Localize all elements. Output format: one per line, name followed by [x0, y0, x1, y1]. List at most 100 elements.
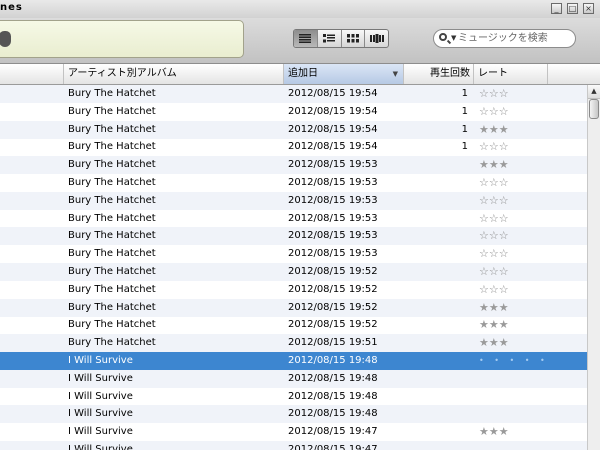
album-cell: I Will Survive	[68, 408, 133, 420]
cover-flow-view-button[interactable]	[365, 30, 388, 47]
grid-view-button[interactable]	[342, 30, 366, 47]
header-plays-label: 再生回数	[430, 68, 470, 79]
album-cell: Bury The Hatchet	[68, 337, 156, 349]
search-input[interactable]	[458, 31, 570, 46]
table-row[interactable]: Bury The Hatchet 2012/08/15 19:52 ★★★	[0, 298, 587, 317]
album-list-view-button[interactable]	[318, 30, 342, 47]
album-cell: Bury The Hatchet	[68, 141, 156, 153]
sort-descending-icon: ▼	[392, 70, 398, 78]
rating-cell[interactable]: ☆☆☆	[479, 227, 539, 245]
table-row[interactable]: Bury The Hatchet 2012/08/15 19:53 ☆☆☆	[0, 210, 587, 228]
cover-flow-icon	[369, 34, 384, 43]
title-bar: nes _ □ ×	[0, 0, 600, 18]
table-row[interactable]: I Will Survive 2012/08/15 19:48	[0, 405, 587, 424]
album-cell: I Will Survive	[68, 426, 133, 438]
date-added-cell: 2012/08/15 19:48	[288, 390, 378, 402]
header-date-added[interactable]: 追加日 ▼	[284, 64, 404, 84]
scroll-thumb[interactable]	[589, 99, 599, 119]
rating-cell[interactable]: ★★★	[479, 299, 539, 317]
search-box[interactable]: ▼	[433, 29, 576, 48]
date-added-cell: 2012/08/15 19:53	[288, 177, 378, 188]
table-row[interactable]: I Will Survive 2012/08/15 19:48	[0, 369, 587, 388]
table-row[interactable]: Bury The Hatchet 2012/08/15 19:52 ☆☆☆	[0, 263, 587, 281]
header-album[interactable]: アーティスト別アルバム	[64, 64, 284, 84]
list-view-icon	[299, 34, 312, 43]
date-added-cell: 2012/08/15 19:48	[288, 408, 378, 420]
scroll-up-icon[interactable]: ▲	[588, 85, 600, 99]
rating-cell[interactable]: ☆☆☆	[479, 174, 539, 192]
header-play-count[interactable]: 再生回数	[404, 64, 474, 84]
date-added-cell: 2012/08/15 19:48	[288, 372, 378, 384]
table-row[interactable]: I Will Survive 2012/08/15 19:48	[0, 388, 587, 406]
date-added-cell: 2012/08/15 19:53	[288, 194, 378, 206]
window-title: nes	[0, 2, 23, 13]
date-added-cell: 2012/08/15 19:54	[288, 88, 378, 99]
toolbar: ▼	[0, 18, 600, 64]
rating-cell[interactable]: ☆☆☆	[479, 192, 539, 210]
rating-cell[interactable]: ☆☆☆	[479, 210, 539, 228]
vertical-scrollbar[interactable]: ▲	[587, 85, 600, 450]
close-button[interactable]: ×	[583, 3, 594, 14]
play-count-cell: 1	[461, 105, 468, 117]
table-row[interactable]: Bury The Hatchet 2012/08/15 19:52 ☆☆☆	[0, 281, 587, 299]
rating-cell[interactable]: ★★★	[479, 156, 539, 174]
table-row[interactable]: I Will Survive 2012/08/15 19:48 • • • • •	[0, 352, 587, 370]
date-added-cell: 2012/08/15 19:53	[288, 212, 378, 224]
table-row[interactable]: Bury The Hatchet 2012/08/15 19:54 1 ☆☆☆	[0, 103, 587, 121]
album-cell: Bury The Hatchet	[68, 248, 156, 260]
search-options-icon[interactable]: ▼	[451, 34, 456, 42]
rating-cell[interactable]: ★★★	[479, 423, 539, 441]
rating-cell[interactable]: ★★★	[479, 121, 539, 139]
rating-cell[interactable]: ☆☆☆	[479, 85, 539, 103]
table-row[interactable]: I Will Survive 2012/08/15 19:47	[0, 441, 587, 450]
date-added-cell: 2012/08/15 19:54	[288, 123, 378, 135]
table-row[interactable]: Bury The Hatchet 2012/08/15 19:52 ★★★	[0, 316, 587, 334]
rating-cell[interactable]: ☆☆☆	[479, 245, 539, 263]
rating-cell[interactable]: ☆☆☆	[479, 138, 539, 156]
header-rating-label: レート	[478, 68, 508, 79]
album-cell: Bury The Hatchet	[68, 88, 156, 99]
list-view-button[interactable]	[294, 30, 318, 47]
minimize-button[interactable]: _	[551, 3, 562, 14]
date-added-cell: 2012/08/15 19:53	[288, 159, 378, 171]
date-added-cell: 2012/08/15 19:53	[288, 230, 378, 242]
rating-cell[interactable]: ★★★	[479, 316, 539, 334]
search-icon	[439, 33, 447, 41]
table-row[interactable]: I Will Survive 2012/08/15 19:47 ★★★	[0, 423, 587, 441]
album-cell: Bury The Hatchet	[68, 283, 156, 295]
header-corner	[587, 64, 600, 85]
album-cell: Bury The Hatchet	[68, 177, 156, 188]
album-cell: I Will Survive	[68, 390, 133, 402]
rating-cell[interactable]: ★★★	[479, 334, 539, 352]
album-cell: I Will Survive	[68, 444, 133, 450]
rating-cell[interactable]: ☆☆☆	[479, 263, 539, 281]
table-row[interactable]: Bury The Hatchet 2012/08/15 19:54 1 ☆☆☆	[0, 85, 587, 103]
album-cell: Bury The Hatchet	[68, 212, 156, 224]
rating-cell[interactable]: • • • • •	[479, 352, 545, 370]
album-cell: I Will Survive	[68, 355, 133, 366]
table-row[interactable]: Bury The Hatchet 2012/08/15 19:53 ☆☆☆	[0, 245, 587, 263]
table-row[interactable]: Bury The Hatchet 2012/08/15 19:54 1 ☆☆☆	[0, 138, 587, 156]
rating-cell[interactable]: ☆☆☆	[479, 281, 539, 299]
album-cell: Bury The Hatchet	[68, 105, 156, 117]
rating-cell[interactable]: ☆☆☆	[479, 103, 539, 121]
table-row[interactable]: Bury The Hatchet 2012/08/15 19:53 ☆☆☆	[0, 174, 587, 192]
track-list: Bury The Hatchet 2012/08/15 19:54 1 ☆☆☆ Bury…	[0, 85, 587, 450]
table-row[interactable]: Bury The Hatchet 2012/08/15 19:53 ☆☆☆	[0, 191, 587, 210]
table-row[interactable]: Bury The Hatchet 2012/08/15 19:53 ☆☆☆	[0, 227, 587, 246]
table-row[interactable]: Bury The Hatchet 2012/08/15 19:54 1 ★★★	[0, 120, 587, 139]
date-added-cell: 2012/08/15 19:54	[288, 141, 378, 153]
maximize-button[interactable]: □	[567, 3, 578, 14]
header-date-label: 追加日	[288, 68, 318, 79]
header-blank[interactable]	[0, 64, 64, 84]
date-added-cell: 2012/08/15 19:52	[288, 266, 378, 277]
table-row[interactable]: Bury The Hatchet 2012/08/15 19:53 ★★★	[0, 156, 587, 175]
header-rating[interactable]: レート	[474, 64, 548, 84]
play-count-cell: 1	[461, 88, 468, 99]
table-row[interactable]: Bury The Hatchet 2012/08/15 19:51 ★★★	[0, 334, 587, 353]
date-added-cell: 2012/08/15 19:47	[288, 426, 378, 438]
view-switcher	[293, 29, 389, 48]
album-cell: Bury The Hatchet	[68, 194, 156, 206]
now-playing-display[interactable]	[0, 20, 244, 58]
date-added-cell: 2012/08/15 19:51	[288, 337, 378, 349]
